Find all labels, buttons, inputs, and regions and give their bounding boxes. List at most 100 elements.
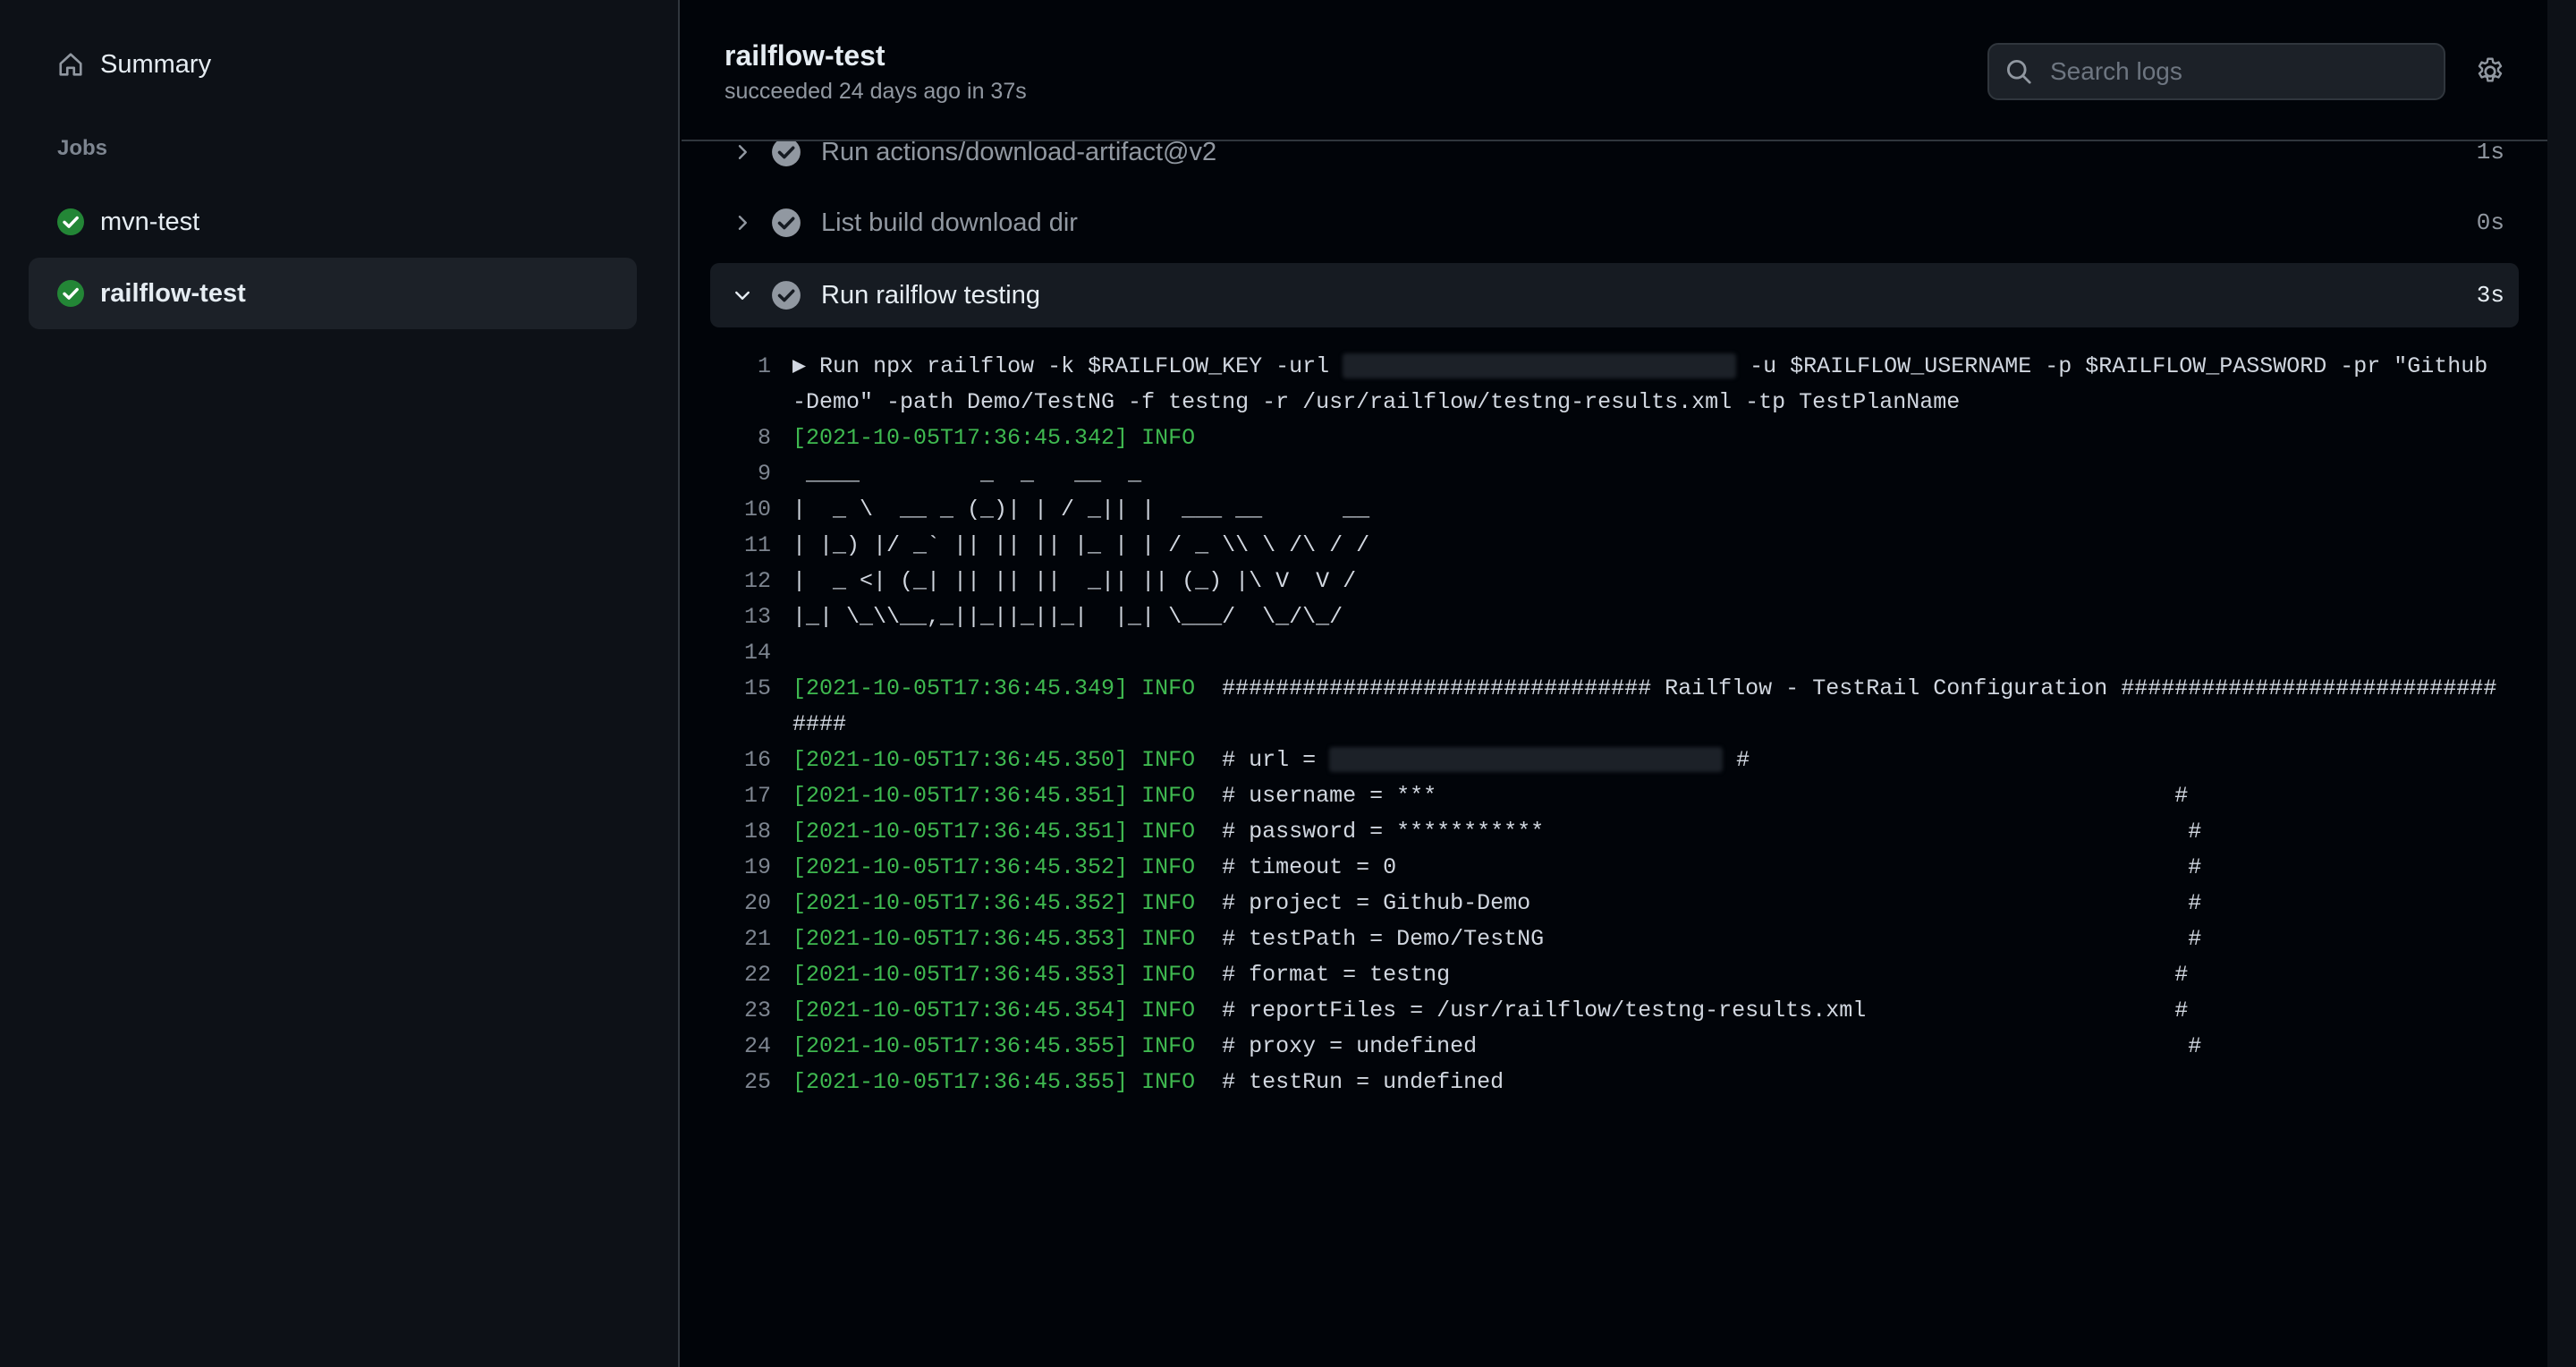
job-header: railflow-test succeeded 24 days ago in 3… [682, 0, 2547, 141]
line-number[interactable]: 16 [710, 743, 792, 778]
log-line: 11 | |_) |/ _` || || || |_ | | / _ \\ \ … [710, 528, 2519, 564]
search-logs-input[interactable] [2048, 56, 2428, 87]
log-line: 24 [2021-10-05T17:36:45.355] INFO # prox… [710, 1029, 2519, 1065]
log-timestamp: [2021-10-05T17:36:45.342] INFO [792, 425, 1196, 451]
log-message: # reportFiles = /usr/railflow/testng-res… [1195, 998, 2189, 1023]
job-log-panel: railflow-test succeeded 24 days ago in 3… [682, 0, 2547, 1367]
line-number[interactable]: 11 [710, 528, 792, 564]
log-text: ____ _ _ __ _ [792, 461, 1142, 487]
log-message: # proxy = undefined # [1195, 1033, 2202, 1059]
chevron-down-icon [726, 284, 758, 306]
log-message: # project = Github-Demo # [1195, 890, 2202, 916]
log-line: 22 [2021-10-05T17:36:45.353] INFO # form… [710, 957, 2519, 993]
log-timestamp: [2021-10-05T17:36:45.351] INFO [792, 783, 1196, 809]
line-number[interactable]: 22 [710, 957, 792, 993]
line-number[interactable]: 10 [710, 492, 792, 528]
log-text: [2021-10-05T17:36:45.354] INFO # reportF… [792, 993, 2519, 1029]
line-number[interactable]: 23 [710, 993, 792, 1029]
sidebar-job-railflow-test[interactable]: railflow-test [29, 258, 637, 329]
log-line: 12 | _ <| (_| || || || _|| || (_) |\ V V… [710, 564, 2519, 599]
line-number[interactable]: 20 [710, 886, 792, 921]
step-success-icon [771, 137, 801, 167]
jobs-heading: Jobs [57, 136, 108, 160]
log-text: [2021-10-05T17:36:45.353] INFO # format … [792, 957, 2519, 993]
sidebar: Summary Jobs mvn-test railflow-test [0, 0, 680, 1367]
line-number[interactable]: 8 [710, 420, 792, 456]
log-text: ▶ Run npx railflow -k $RAILFLOW_KEY -url [792, 353, 1343, 379]
success-check-icon [55, 278, 86, 309]
log-message: # testPath = Demo/TestNG # [1195, 926, 2202, 952]
search-logs-box[interactable] [1987, 43, 2445, 100]
log-timestamp: [2021-10-05T17:36:45.355] INFO [792, 1069, 1196, 1095]
line-number[interactable]: 25 [710, 1065, 792, 1100]
redacted-url [1329, 747, 1724, 773]
log-text: [2021-10-05T17:36:45.350] INFO # url = # [792, 743, 2519, 778]
log-line: 20 [2021-10-05T17:36:45.352] INFO # proj… [710, 886, 2519, 921]
log-text: |_| \_\\__,_||_||_||_| |_| \___/ \_/\_/ [792, 604, 1343, 630]
step-duration: 0s [2476, 209, 2504, 236]
line-number[interactable]: 1 [710, 349, 792, 420]
line-number[interactable]: 24 [710, 1029, 792, 1065]
log-timestamp: [2021-10-05T17:36:45.355] INFO [792, 1033, 1196, 1059]
step-name: Run railflow testing [821, 280, 1040, 310]
job-label: railflow-test [100, 278, 246, 308]
line-number[interactable]: 19 [710, 850, 792, 886]
log-timestamp: [2021-10-05T17:36:45.352] INFO [792, 890, 1196, 916]
log-text: [2021-10-05T17:36:45.355] INFO # testRun… [792, 1065, 2519, 1100]
home-icon [55, 49, 86, 80]
summary-label: Summary [100, 49, 212, 79]
log-timestamp: [2021-10-05T17:36:45.351] INFO [792, 819, 1196, 845]
job-label: mvn-test [100, 207, 200, 236]
line-number[interactable]: 17 [710, 778, 792, 814]
sidebar-job-mvn-test[interactable]: mvn-test [29, 186, 637, 258]
log-line: 8 [2021-10-05T17:36:45.342] INFO [710, 420, 2519, 456]
log-line: 15 [2021-10-05T17:36:45.349] INFO ######… [710, 671, 2519, 743]
log-text: [2021-10-05T17:36:45.352] INFO # timeout… [792, 850, 2519, 886]
log-timestamp: [2021-10-05T17:36:45.352] INFO [792, 854, 1196, 880]
log-line: 16 [2021-10-05T17:36:45.350] INFO # url … [710, 743, 2519, 778]
log-message: # url = [1195, 747, 1330, 773]
log-timestamp: [2021-10-05T17:36:45.349] INFO [792, 675, 1196, 701]
log-timestamp: [2021-10-05T17:36:45.353] INFO [792, 926, 1196, 952]
line-number[interactable]: 14 [710, 635, 792, 671]
line-number[interactable]: 13 [710, 599, 792, 635]
log-timestamp: [2021-10-05T17:36:45.353] INFO [792, 962, 1196, 988]
log-text: [2021-10-05T17:36:45.355] INFO # proxy =… [792, 1029, 2519, 1065]
log-text: [2021-10-05T17:36:45.352] INFO # project… [792, 886, 2519, 921]
log-message: # [1723, 747, 1750, 773]
log-text: [2021-10-05T17:36:45.351] INFO # usernam… [792, 778, 2519, 814]
success-check-icon [55, 207, 86, 237]
log-line: 21 [2021-10-05T17:36:45.353] INFO # test… [710, 921, 2519, 957]
step-duration: 3s [2476, 282, 2504, 309]
log-line: 13 |_| \_\\__,_||_||_||_| |_| \___/ \_/\… [710, 599, 2519, 635]
step-list-build-download-dir[interactable]: List build download dir 0s [710, 191, 2519, 255]
line-number[interactable]: 15 [710, 671, 792, 743]
step-run-railflow-testing[interactable]: Run railflow testing 3s [710, 263, 2519, 327]
log-message: # timeout = 0 # [1195, 854, 2202, 880]
step-success-icon [771, 208, 801, 238]
log-output: 1 ▶ Run npx railflow -k $RAILFLOW_KEY -u… [710, 349, 2519, 1100]
line-number[interactable]: 21 [710, 921, 792, 957]
log-timestamp: [2021-10-05T17:36:45.354] INFO [792, 998, 1196, 1023]
gear-icon[interactable] [2474, 55, 2506, 88]
log-text: [2021-10-05T17:36:45.349] INFO #########… [792, 671, 2519, 743]
log-line: 18 [2021-10-05T17:36:45.351] INFO # pass… [710, 814, 2519, 850]
log-timestamp: [2021-10-05T17:36:45.350] INFO [792, 747, 1196, 773]
line-number[interactable]: 9 [710, 456, 792, 492]
log-line: 14 [710, 635, 2519, 671]
step-duration: 1s [2476, 139, 2504, 166]
line-number[interactable]: 18 [710, 814, 792, 850]
line-number[interactable]: 12 [710, 564, 792, 599]
log-command-group[interactable]: ▶ Run npx railflow -k $RAILFLOW_KEY -url… [792, 349, 2519, 420]
log-line: 9 ____ _ _ __ _ [710, 456, 2519, 492]
chevron-right-icon [726, 212, 758, 233]
job-status-subtitle: succeeded 24 days ago in 37s [724, 79, 1027, 104]
log-message: # password = *********** # [1195, 819, 2202, 845]
summary-link[interactable]: Summary [29, 29, 637, 100]
log-text: [2021-10-05T17:36:45.351] INFO # passwor… [792, 814, 2519, 850]
step-name: Run actions/download-artifact@v2 [821, 137, 1217, 166]
page-scrollbar[interactable] [2547, 0, 2576, 1367]
log-message: # testRun = undefined [1195, 1069, 1504, 1095]
log-text: [2021-10-05T17:36:45.353] INFO # testPat… [792, 921, 2519, 957]
